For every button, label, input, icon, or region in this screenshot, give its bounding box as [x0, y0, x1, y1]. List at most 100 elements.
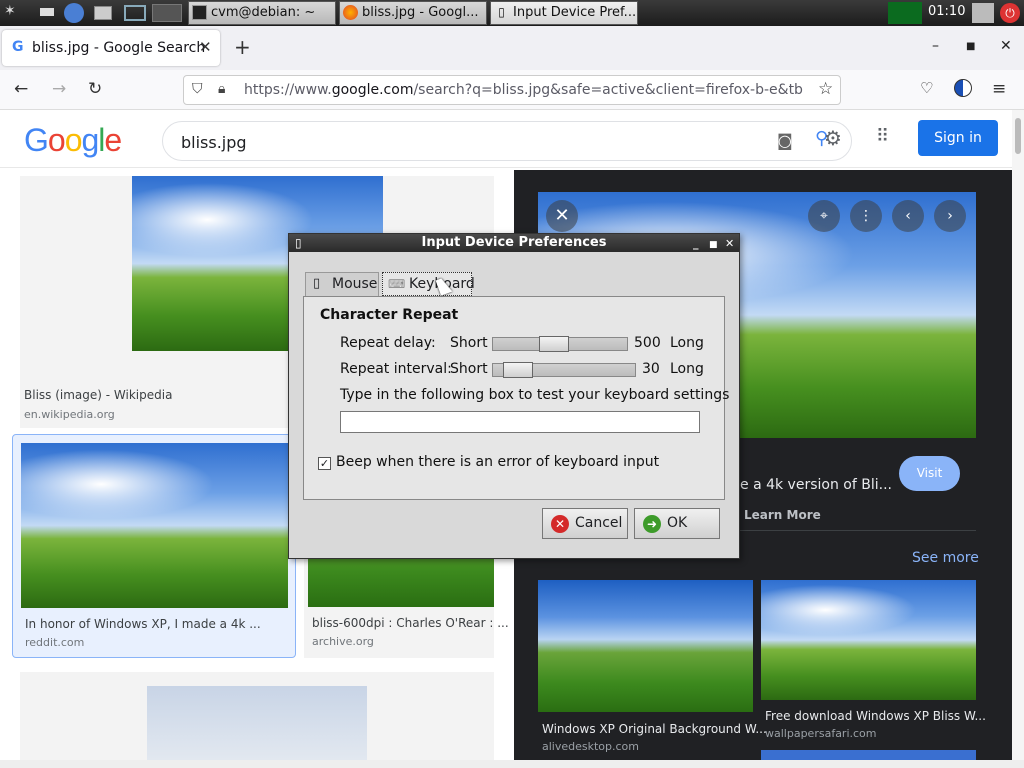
result-card-selected[interactable]: In honor of Windows XP, I made a 4k ... …	[12, 434, 296, 658]
logo-letter: o	[64, 122, 83, 158]
logo-letter: e	[104, 122, 122, 158]
lock-icon[interactable]: 🔒︎	[218, 81, 225, 97]
show-desktop-icon[interactable]	[40, 8, 54, 16]
repeat-delay-slider[interactable]	[492, 336, 628, 352]
related-title[interactable]: Windows XP Original Background W...	[542, 722, 767, 736]
close-tab-icon[interactable]: ✕	[199, 38, 212, 56]
bookmark-star-icon[interactable]: ☆	[818, 79, 833, 99]
result-thumbnail[interactable]	[147, 686, 367, 760]
next-icon[interactable]: ›	[934, 200, 966, 232]
google-favicon-icon: G	[12, 39, 24, 55]
back-icon[interactable]: ←	[14, 79, 28, 99]
preview-title[interactable]: e a 4k version of Bli...	[740, 477, 892, 493]
cancel-icon: ✕	[551, 515, 569, 533]
reload-icon[interactable]: ↻	[88, 79, 102, 99]
related-site: wallpapersafari.com	[765, 727, 877, 740]
close-preview-icon[interactable]: ✕	[546, 200, 578, 232]
maximize-icon[interactable]: ■	[966, 41, 975, 52]
minimize-icon[interactable]: –	[932, 38, 939, 54]
visit-button[interactable]: Visit	[899, 456, 960, 491]
workspace-pager[interactable]	[152, 4, 182, 22]
repeat-interval-slider[interactable]	[492, 362, 636, 378]
search-input[interactable]: bliss.jpg ◙ ⚲	[162, 121, 852, 161]
related-thumbnail[interactable]	[761, 580, 976, 700]
url-text: https://www.google.com/search?q=bliss.jp…	[244, 82, 804, 98]
logo-letter: o	[47, 122, 66, 158]
cancel-button[interactable]: ✕ Cancel	[542, 508, 628, 539]
camera-icon[interactable]: ◙	[777, 131, 793, 150]
result-title[interactable]: Bliss (image) - Wikipedia	[24, 388, 172, 402]
vertical-scrollbar[interactable]	[1012, 110, 1024, 760]
firefox-icon	[343, 5, 358, 20]
ok-icon: ➜	[643, 515, 661, 533]
google-logo[interactable]: Google	[24, 122, 122, 159]
clock: 01:10	[928, 4, 966, 19]
desktop-switcher-icon[interactable]	[124, 5, 146, 21]
result-thumbnail[interactable]	[21, 443, 288, 608]
short-label: Short	[450, 335, 488, 351]
result-title[interactable]: bliss-600dpi : Charles O'Rear : ...	[312, 616, 509, 630]
settings-gear-icon[interactable]: ⚙	[824, 126, 842, 150]
sign-in-button[interactable]: Sign in	[918, 120, 998, 156]
result-site: en.wikipedia.org	[24, 408, 115, 421]
network-icon[interactable]	[972, 3, 994, 23]
more-options-icon[interactable]: ⋮	[850, 200, 882, 232]
beep-checkbox[interactable]: ✓	[318, 457, 331, 470]
browser-launcher-icon[interactable]	[64, 3, 84, 23]
dialog-title: Input Device Preferences	[421, 235, 607, 250]
url-bar[interactable]: ⛉ 🔒︎ https://www.google.com/search?q=bli…	[183, 75, 841, 105]
slider-knob[interactable]	[539, 336, 569, 352]
mouse-app-icon: ▯	[295, 236, 302, 250]
cancel-label: Cancel	[575, 515, 623, 531]
lens-icon[interactable]: ⌖	[808, 200, 840, 232]
beep-label[interactable]: Beep when there is an error of keyboard …	[336, 454, 659, 470]
tab-google-search[interactable]: G bliss.jpg - Google Search ✕	[2, 30, 220, 66]
related-thumbnail[interactable]	[761, 750, 976, 760]
google-header: Google bliss.jpg ◙ ⚲ ⚙ ⠿ Sign in	[0, 110, 1012, 168]
previous-icon[interactable]: ‹	[892, 200, 924, 232]
result-card[interactable]	[20, 672, 494, 760]
minimize-dialog-icon[interactable]: _	[693, 235, 699, 252]
power-icon[interactable]: ⏻	[1000, 3, 1020, 23]
maximize-dialog-icon[interactable]: ■	[709, 237, 718, 254]
ok-button[interactable]: ➜ OK	[634, 508, 720, 539]
forward-icon[interactable]: →	[52, 79, 66, 99]
new-tab-icon[interactable]: +	[234, 35, 251, 59]
url-prefix: https://www.	[244, 82, 332, 98]
task-label: cvm@debian: ~	[211, 5, 316, 20]
tab-keyboard[interactable]: ⌨ Keyboard	[382, 272, 475, 296]
task-firefox[interactable]: bliss.jpg - Googl...	[339, 1, 487, 25]
search-query: bliss.jpg	[181, 133, 247, 152]
related-site: alivedesktop.com	[542, 740, 639, 753]
long-label: Long	[670, 361, 704, 377]
dialog-titlebar[interactable]: ▯ Input Device Preferences _ ■ ✕	[289, 234, 739, 252]
tab-mouse[interactable]: ▯ Mouse	[305, 272, 379, 296]
slider-knob[interactable]	[503, 362, 533, 378]
result-site: reddit.com	[25, 636, 85, 649]
shield-icon[interactable]: ⛉	[192, 81, 203, 97]
menu-icon[interactable]: ≡	[992, 79, 1006, 99]
navigation-toolbar: ← → ↻ ⛉ 🔒︎ https://www.google.com/search…	[0, 70, 1024, 110]
account-icon[interactable]	[954, 79, 972, 97]
see-more-link[interactable]: See more	[912, 550, 979, 566]
related-title[interactable]: Free download Windows XP Bliss W...	[765, 709, 986, 723]
horizontal-scrollbar[interactable]	[0, 760, 1024, 768]
file-manager-icon[interactable]	[94, 6, 112, 20]
keyboard-test-input[interactable]	[340, 411, 700, 433]
mouse-icon: ▯	[498, 5, 505, 19]
divider	[740, 530, 976, 531]
mouse-icon: ▯	[313, 276, 321, 291]
learn-more-link[interactable]: Learn More	[744, 508, 821, 522]
result-title[interactable]: In honor of Windows XP, I made a 4k ...	[25, 617, 261, 631]
pocket-icon[interactable]: ♡	[920, 79, 933, 97]
task-label: bliss.jpg - Googl...	[362, 5, 479, 20]
task-input-device[interactable]: ▯ Input Device Pref...	[490, 1, 638, 25]
scroll-thumb[interactable]	[1015, 118, 1021, 154]
close-dialog-icon[interactable]: ✕	[725, 235, 734, 252]
start-menu-icon[interactable]: ✶	[4, 3, 24, 23]
repeat-interval-label: Repeat interval:	[340, 361, 452, 377]
related-thumbnail[interactable]	[538, 580, 753, 712]
apps-grid-icon[interactable]: ⠿	[876, 126, 889, 147]
close-window-icon[interactable]: ✕	[1000, 38, 1012, 54]
task-terminal[interactable]: cvm@debian: ~	[188, 1, 336, 25]
